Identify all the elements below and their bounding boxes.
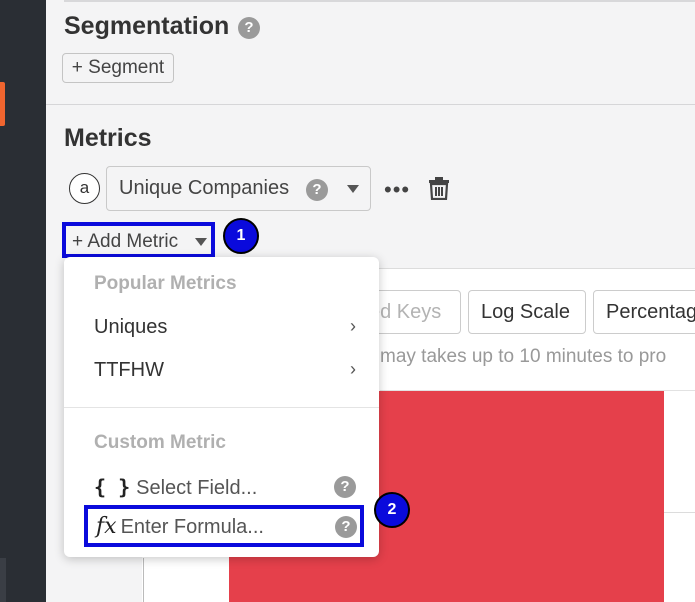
popular-metrics-header: Popular Metrics bbox=[94, 273, 237, 294]
log-scale-button[interactable]: Log Scale bbox=[468, 290, 586, 334]
metric-select-label: Unique Companies bbox=[119, 177, 290, 199]
menu-divider bbox=[64, 407, 379, 408]
add-segment-button[interactable]: + Segment bbox=[62, 53, 174, 83]
nav-bottom-item[interactable] bbox=[0, 558, 6, 602]
left-nav-rail bbox=[0, 0, 46, 602]
metrics-title: Metrics bbox=[64, 124, 152, 152]
segmentation-help-icon[interactable]: ? bbox=[238, 17, 260, 39]
menu-item-label: Uniques bbox=[94, 316, 168, 338]
processing-notice: may takes up to 10 minutes to pro bbox=[380, 346, 667, 367]
menu-item-ttfhw[interactable]: TTFHW › bbox=[94, 359, 356, 382]
menu-item-uniques[interactable]: Uniques › bbox=[94, 316, 356, 339]
fx-icon: fx bbox=[96, 514, 117, 539]
top-border bbox=[64, 0, 695, 2]
step-badge-1: 1 bbox=[223, 218, 259, 254]
trash-icon[interactable] bbox=[428, 176, 450, 200]
add-metric-dropdown: Popular Metrics Uniques › TTFHW › Custom… bbox=[64, 257, 379, 557]
percentage-button[interactable]: Percentag bbox=[593, 290, 695, 334]
select-field-help-icon[interactable]: ? bbox=[334, 476, 356, 498]
metric-help-icon[interactable]: ? bbox=[306, 179, 328, 201]
menu-item-enter-formula[interactable]: fx Enter Formula... ? bbox=[84, 505, 364, 547]
menu-item-label: Enter Formula... bbox=[120, 516, 264, 538]
menu-item-select-field[interactable]: { } Select Field... ? bbox=[94, 475, 356, 500]
section-divider bbox=[46, 104, 695, 105]
add-metric-button[interactable]: + Add Metric bbox=[62, 222, 215, 258]
add-metric-label: + Add Metric bbox=[72, 231, 179, 252]
menu-item-label: Select Field... bbox=[136, 477, 258, 499]
chevron-down-icon bbox=[195, 238, 207, 246]
chevron-down-icon bbox=[347, 185, 359, 193]
braces-icon: { } bbox=[94, 475, 131, 499]
chart-axis bbox=[143, 558, 144, 602]
segmentation-title: Segmentation bbox=[64, 12, 230, 40]
metric-letter-badge: a bbox=[69, 173, 100, 204]
enter-formula-content: fx Enter Formula... bbox=[96, 514, 264, 539]
metric-select[interactable]: Unique Companies ? bbox=[106, 166, 371, 211]
chevron-right-icon: › bbox=[350, 316, 356, 336]
chart-gridline bbox=[664, 512, 695, 513]
nav-active-indicator bbox=[0, 82, 5, 126]
chevron-right-icon: › bbox=[350, 359, 356, 379]
menu-item-label: TTFHW bbox=[94, 359, 164, 381]
step-badge-2: 2 bbox=[374, 492, 410, 528]
custom-metric-header: Custom Metric bbox=[94, 432, 226, 453]
enter-formula-help-icon[interactable]: ? bbox=[335, 516, 357, 538]
more-options-icon[interactable]: ••• bbox=[384, 177, 410, 203]
